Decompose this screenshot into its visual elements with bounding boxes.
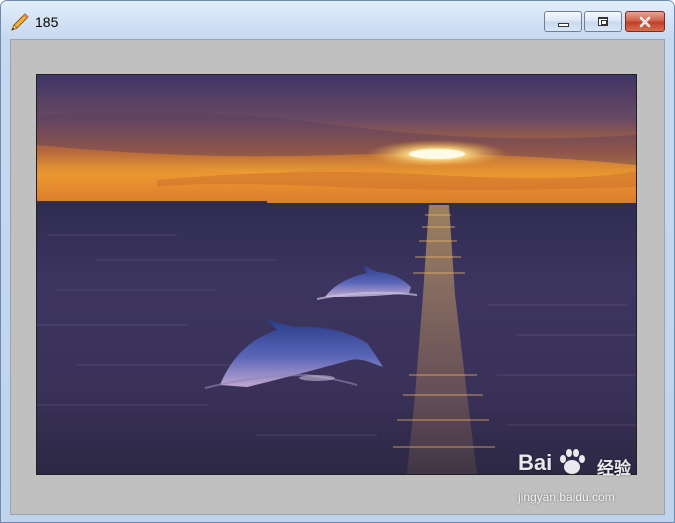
- paw-icon: [560, 449, 585, 474]
- close-icon: [639, 16, 651, 27]
- dolphin-sunset-photo: [36, 74, 637, 475]
- baidu-watermark: Bai 经验 jingyan.baidu.com: [516, 449, 641, 508]
- maximize-icon: [598, 17, 608, 26]
- watermark-url: jingyan.baidu.com: [518, 490, 615, 504]
- watermark-suffix: 经验: [597, 459, 631, 478]
- window-title: 185: [35, 14, 59, 30]
- title-bar[interactable]: 185: [1, 1, 674, 39]
- close-button[interactable]: [625, 11, 665, 32]
- pencil-icon: [10, 12, 30, 32]
- maximize-button[interactable]: [584, 11, 622, 32]
- watermark-brand: Bai: [518, 450, 553, 475]
- minimize-icon: [557, 23, 569, 27]
- minimize-button[interactable]: [544, 11, 582, 32]
